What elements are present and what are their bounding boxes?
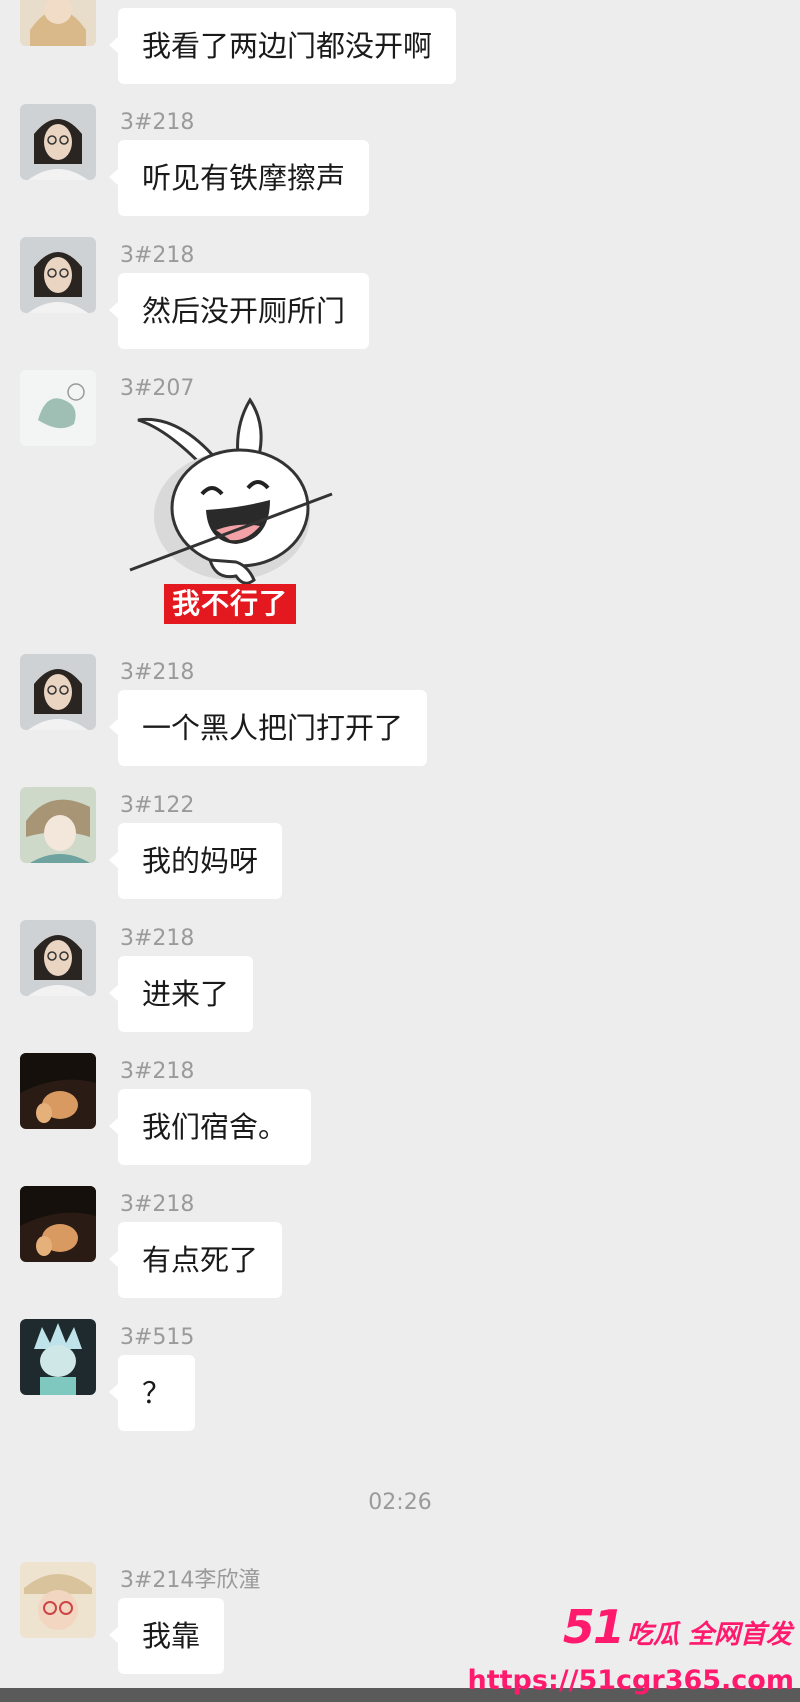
message-bubble[interactable]: 听见有铁摩擦声 (108, 140, 370, 216)
message-bubble[interactable]: 我们宿舍。 (108, 1089, 312, 1165)
message-bubble[interactable]: 然后没开厕所门 (108, 273, 370, 349)
chat-screen: 我看了两边门都没开啊 3#218 听见有铁摩擦声 3#218 然后没开厕所门 3… (0, 0, 800, 1702)
sender-name: 3#122 (120, 793, 195, 818)
watermark-brand-text: 吃瓜 全网首发 (626, 1620, 792, 1650)
avatar-dark-photo-icon[interactable] (20, 1053, 96, 1129)
sender-name: 3#515 (120, 1325, 195, 1350)
watermark-brand: 51 吃瓜 全网首发 (563, 1600, 792, 1654)
watermark-brand-number: 51 (562, 1600, 625, 1654)
avatar-girl-glasses-icon[interactable] (20, 654, 96, 730)
watermark-url: https://51cgr365.com (467, 1665, 794, 1696)
avatar-girl-blonde-icon[interactable] (20, 0, 96, 46)
message-bubble[interactable]: 进来了 (108, 956, 254, 1032)
sender-name: 3#214李欣潼 (120, 1568, 261, 1593)
message-bubble[interactable]: 有点死了 (108, 1222, 283, 1298)
avatar-sketch-icon[interactable] (20, 370, 96, 446)
sticker-caption: 我不行了 (164, 584, 297, 624)
chat-timestamp: 02:26 (368, 1490, 432, 1515)
watermark: 51 吃瓜 全网首发 https://51cgr365.com (468, 1600, 800, 1702)
avatar-girl-glasses-icon[interactable] (20, 104, 96, 180)
avatar-cartoon-scientist-icon[interactable] (20, 1319, 96, 1395)
sender-name: 3#218 (120, 110, 195, 135)
message-bubble[interactable]: 我的妈呀 (108, 823, 283, 899)
avatar-dark-photo-icon[interactable] (20, 1186, 96, 1262)
avatar-hat-girl-icon[interactable] (20, 1562, 96, 1638)
sender-name: 3#218 (120, 660, 195, 685)
message-bubble[interactable]: 我靠 (108, 1598, 225, 1674)
sender-name: 3#218 (120, 1192, 195, 1217)
avatar-girl-glasses-icon[interactable] (20, 237, 96, 313)
avatar-girl-glasses-icon[interactable] (20, 920, 96, 996)
sender-name: 3#218 (120, 243, 195, 268)
message-bubble[interactable]: ？ (108, 1355, 196, 1431)
avatar-anime-boy-icon[interactable] (20, 787, 96, 863)
message-bubble[interactable]: 一个黑人把门打开了 (108, 690, 428, 766)
sender-name: 3#218 (120, 1059, 195, 1084)
message-bubble[interactable]: 我看了两边门都没开啊 (108, 8, 457, 84)
sender-name: 3#218 (120, 926, 195, 951)
